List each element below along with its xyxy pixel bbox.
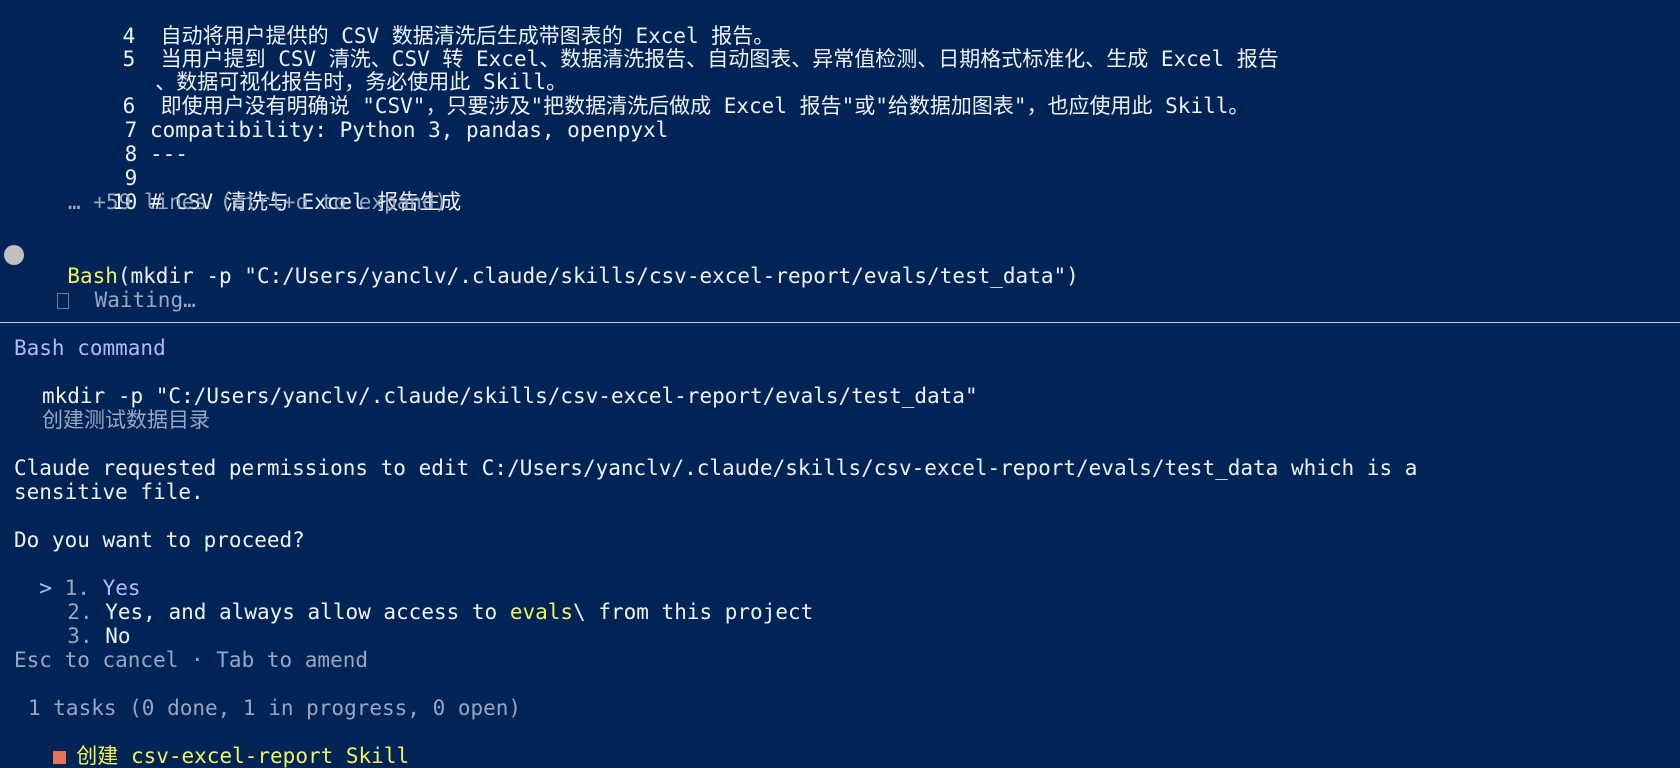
line-text: compatibility: Python 3, pandas, openpyx…	[149, 118, 669, 142]
tool-waiting-line: Waiting…	[32, 264, 196, 312]
permission-text-line2: sensitive file.	[14, 480, 204, 504]
option-label: No	[105, 624, 131, 648]
prompt-command: mkdir -p "C:/Users/yanclv/.claude/skills…	[42, 384, 978, 408]
line-number: 5	[122, 47, 136, 71]
permission-text-line1: Claude requested permissions to edit C:/…	[14, 456, 1418, 480]
task-item: 创建 csv-excel-report Skill	[28, 720, 409, 768]
expand-hint[interactable]: … +59 lines (ctrl+o to expand)	[68, 190, 447, 214]
divider	[0, 322, 1680, 323]
option-label: Yes, and always allow access to	[105, 600, 510, 624]
tool-call-line: Bash(mkdir -p "C:/Users/yanclv/.claude/s…	[42, 240, 1079, 288]
option-label-tail: \ from this project	[573, 600, 814, 624]
tool-status: Waiting…	[94, 288, 196, 312]
missing-glyph-icon	[57, 293, 70, 309]
prompt-footer: Esc to cancel · Tab to amend	[14, 648, 369, 672]
prompt-header: Bash command	[14, 336, 166, 360]
tool-args: (mkdir -p "C:/Users/yanclv/.claude/skill…	[117, 264, 1079, 288]
option-yes-always[interactable]: 2. Yes, and always allow access to evals…	[42, 576, 813, 624]
line-text: ---	[149, 142, 188, 166]
proceed-question: Do you want to proceed?	[14, 528, 305, 552]
option-no[interactable]: 3. No	[42, 600, 131, 648]
tasks-summary: 1 tasks (0 done, 1 in progress, 0 open)	[28, 696, 522, 720]
option-highlight: evals	[509, 600, 574, 624]
tool-status-dot-icon	[4, 245, 24, 265]
task-in-progress-icon	[53, 751, 67, 764]
option-number: 3.	[67, 624, 93, 648]
task-prefix: 创建	[76, 744, 131, 768]
prompt-description: 创建测试数据目录	[42, 408, 210, 432]
task-name: csv-excel-report Skill	[130, 744, 410, 768]
